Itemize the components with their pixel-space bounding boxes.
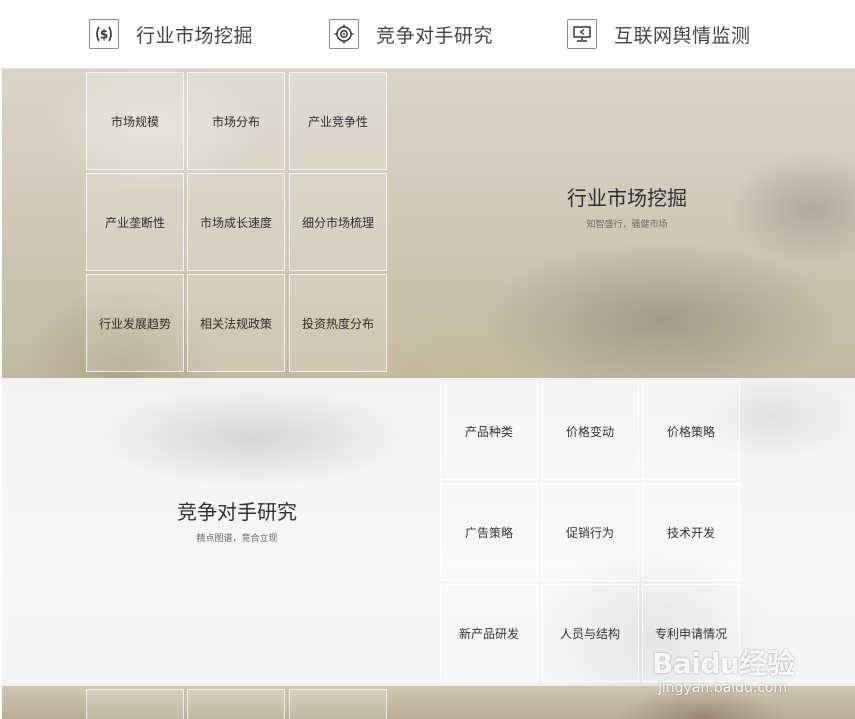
nav-label: 竞争对手研究 bbox=[376, 24, 494, 47]
section-title: 行业市场挖掘 bbox=[567, 186, 687, 210]
svg-text:$: $ bbox=[100, 28, 108, 42]
section-subtitle: 精点图谱，竞合立现 bbox=[196, 534, 278, 544]
nav-label: 互联网舆情监测 bbox=[614, 24, 751, 47]
monitor-icon bbox=[567, 19, 597, 49]
section-title: 竞争对手研究 bbox=[177, 500, 297, 524]
tile-industry-monopoly[interactable]: 产业垄断性 bbox=[86, 173, 184, 271]
tile-price-changes[interactable]: 价格变动 bbox=[541, 382, 639, 480]
tile-ad-strategy[interactable]: 广告策略 bbox=[440, 483, 538, 581]
tile-pricing-strategy[interactable]: 价格策略 bbox=[642, 382, 740, 480]
market-mining-section: 市场规模 市场分布 产业竞争性 产业垄断性 市场成长速度 细分市场梳理 行业发展… bbox=[2, 69, 855, 378]
top-navigation: $ 行业市场挖掘 竞争对手研究 互联网舆情监测 bbox=[0, 0, 855, 69]
tile-investment-heat[interactable]: 投资热度分布 bbox=[289, 274, 387, 372]
tile-segment-analysis[interactable]: 细分市场梳理 bbox=[289, 173, 387, 271]
tile-staff-structure[interactable]: 人员与结构 bbox=[541, 584, 639, 682]
opinion-monitoring-section bbox=[2, 686, 855, 719]
tile-market-growth[interactable]: 市场成长速度 bbox=[187, 173, 285, 271]
tile-market-distribution[interactable]: 市场分布 bbox=[187, 72, 285, 170]
target-icon bbox=[329, 19, 359, 49]
tile-new-product-rd[interactable]: 新产品研发 bbox=[440, 584, 538, 682]
dollar-icon: $ bbox=[89, 19, 119, 49]
tile-product-types[interactable]: 产品种类 bbox=[440, 382, 538, 480]
section-subtitle: 知智盛行，骚健市场 bbox=[586, 220, 668, 230]
tile-industry-trend[interactable]: 行业发展趋势 bbox=[86, 274, 184, 372]
competitor-research-section: 竞争对手研究 精点图谱，竞合立现 产品种类 价格变动 价格策略 广告策略 促销行… bbox=[2, 378, 855, 686]
nav-item-opinion-monitoring[interactable]: 互联网舆情监测 bbox=[567, 17, 751, 51]
tile-tech-development[interactable]: 技术开发 bbox=[642, 483, 740, 581]
nav-item-competitor-research[interactable]: 竞争对手研究 bbox=[329, 17, 493, 51]
nav-label: 行业市场挖掘 bbox=[136, 24, 254, 47]
tile-promotion[interactable]: 促销行为 bbox=[541, 483, 639, 581]
tile-market-size[interactable]: 市场规模 bbox=[86, 72, 184, 170]
tile-partial[interactable] bbox=[187, 689, 285, 719]
tile-regulations[interactable]: 相关法规政策 bbox=[187, 274, 285, 372]
tile-partial[interactable] bbox=[289, 689, 387, 719]
tile-patent-applications[interactable]: 专利申请情况 bbox=[642, 584, 740, 682]
nav-item-market-mining[interactable]: $ 行业市场挖掘 bbox=[89, 17, 253, 51]
tile-partial[interactable] bbox=[86, 689, 184, 719]
tile-industry-competitiveness[interactable]: 产业竞争性 bbox=[289, 72, 387, 170]
